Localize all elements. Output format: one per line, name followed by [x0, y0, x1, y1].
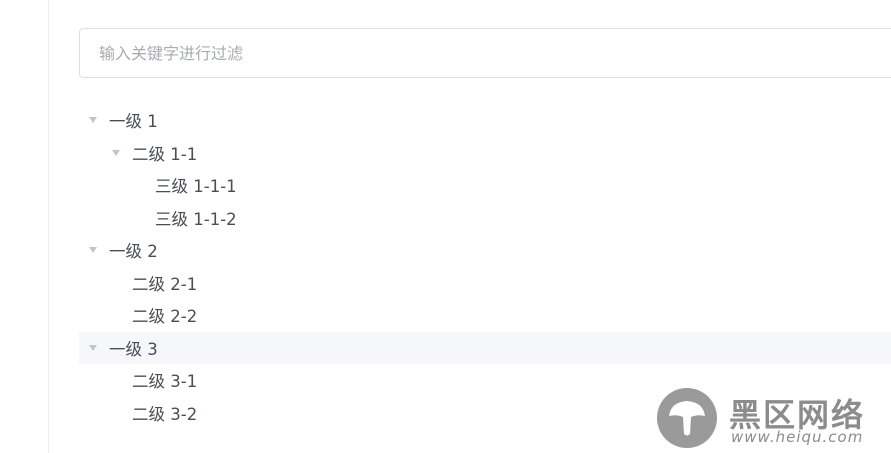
tree-node-label: 二级 2-1 [132, 274, 198, 294]
tree-node-label: 二级 3-2 [132, 404, 198, 424]
tree-node-label: 一级 2 [109, 242, 158, 262]
tree-node[interactable]: 二级 1-1 [79, 137, 891, 170]
tree-node[interactable]: 一级 3 [79, 331, 891, 364]
caret-down-icon[interactable] [89, 344, 97, 351]
tree-node[interactable]: 一级 2 [79, 234, 891, 267]
tree-node-label: 三级 1-1-1 [155, 177, 237, 197]
tree-node-label: 一级 1 [109, 112, 158, 132]
page: 一级 1 二级 1-1 三级 1-1-1 三级 1-1-2 一级 2 二级 2-1 二级 2… [0, 0, 891, 453]
caret-down-icon[interactable] [112, 149, 120, 156]
filter-input[interactable] [79, 28, 891, 78]
watermark: 黑区网络 www.heiqu.com [657, 388, 887, 448]
divider [48, 0, 49, 453]
tree-node-label: 三级 1-1-2 [155, 209, 237, 229]
tree-node-label: 一级 3 [109, 339, 158, 359]
tree-node[interactable]: 三级 1-1-1 [79, 169, 891, 202]
mushroom-logo-icon [657, 388, 717, 448]
watermark-url: www.heiqu.com [731, 428, 864, 446]
caret-down-icon[interactable] [89, 117, 97, 124]
tree-node[interactable]: 二级 2-2 [79, 299, 891, 332]
caret-down-icon[interactable] [89, 247, 97, 254]
tree-node[interactable]: 一级 1 [79, 104, 891, 137]
tree-node-label: 二级 1-1 [132, 144, 198, 164]
tree-node-label: 二级 2-2 [132, 307, 198, 327]
tree: 一级 1 二级 1-1 三级 1-1-1 三级 1-1-2 一级 2 二级 2-1 二级 2… [79, 104, 891, 429]
tree-node[interactable]: 三级 1-1-2 [79, 202, 891, 235]
tree-node-label: 二级 3-1 [132, 372, 198, 392]
tree-node[interactable]: 二级 2-1 [79, 267, 891, 300]
